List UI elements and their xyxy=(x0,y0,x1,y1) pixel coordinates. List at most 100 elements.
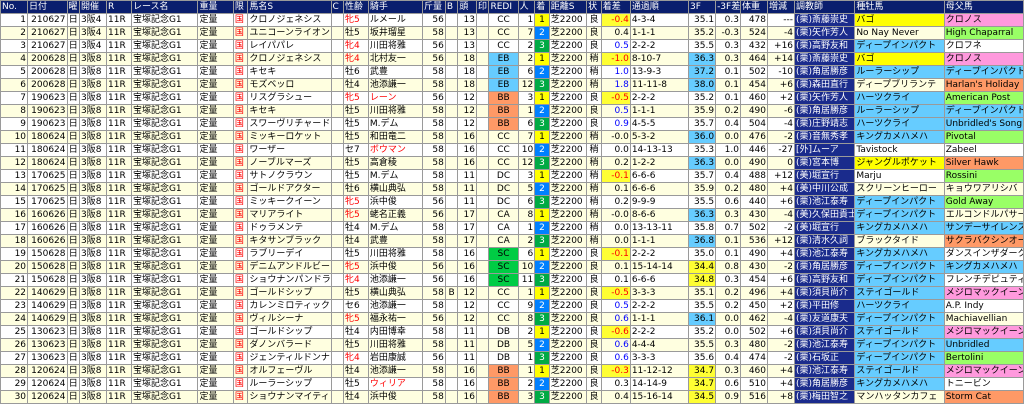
table-row[interactable]: 26 130623 日 3阪8 11R 宝塚記念G1 定量国ダノンバラード 牡5 川田将雅 58 1… xyxy=(0,338,1024,352)
table-cell: 34.7 xyxy=(688,377,717,391)
table-row[interactable]: 30 120624 日 3阪8 11R 宝塚記念G1 定量国ショウナンマイティ 牡4 浜中俊 58… xyxy=(0,390,1024,404)
table-cell: 58 xyxy=(421,156,446,170)
table-cell: 日 xyxy=(66,91,81,105)
table-row[interactable]: 28 120624 日 3阪8 11R 宝塚記念G1 定量国オルフェーヴル 牡4 池添謙一 58 1… xyxy=(0,364,1024,378)
table-row[interactable]: 6 200628 日 3阪8 11R 宝塚記念G1 定量国モズベッロ 牡4 池添謙一 58 18 EB… xyxy=(0,78,1024,92)
column-header[interactable]: 開催 xyxy=(78,0,108,14)
column-header[interactable]: 増減 xyxy=(767,0,796,14)
table-cell: 2 xyxy=(534,104,550,118)
table-row[interactable]: 2 210627 日 3阪4 11R 宝塚記念G1 定量国ユニコーンライオン 牡5 坂井瑠星 58… xyxy=(0,26,1024,40)
column-header[interactable]: 性齢 xyxy=(342,0,369,14)
table-cell: 0.0 xyxy=(600,221,631,235)
table-cell: -1.0 xyxy=(600,52,631,66)
column-header[interactable]: 印 xyxy=(475,0,490,14)
table-row[interactable]: 10 180624 日 3阪8 11R 宝塚記念G1 定量国ミッキーロケット 牡5 和田竜二 58… xyxy=(0,130,1024,144)
table-row[interactable]: 21 150628 日 3阪8 11R 宝塚記念G1 定量国ショウナンパンドラ 牝4 池添謙一 5… xyxy=(0,273,1024,287)
table-cell xyxy=(330,182,345,196)
table-cell: ディープインパクト xyxy=(854,260,945,274)
table-row[interactable]: 27 130623 日 3阪8 11R 宝塚記念G1 定量国ジェンティルドンナ 牝4 岩田康誠 5… xyxy=(0,351,1024,365)
column-header[interactable]: 調教師 xyxy=(794,0,856,14)
table-row[interactable]: 3 210627 日 3阪4 11R 宝塚記念G1 定量国レイパパレ 牝4 川田将雅 56 13 CC… xyxy=(0,39,1024,53)
table-cell: 3阪8 xyxy=(78,299,108,313)
table-cell xyxy=(475,351,490,365)
table-row[interactable]: 18 160626 日 3阪8 11R 宝塚記念G1 定量国キタサンブラック 牡4 武豊 58 17… xyxy=(0,234,1024,248)
table-cell: 11R xyxy=(106,26,132,40)
table-cell: 36.8 xyxy=(688,234,717,248)
table-cell: 58 xyxy=(421,234,446,248)
table-row[interactable]: 25 130623 日 3阪8 11R 宝塚記念G1 定量国ゴールドシップ 牡4 内田博幸 58 1… xyxy=(0,325,1024,339)
table-row[interactable]: 23 140629 日 3阪8 11R 宝塚記念G1 定量国カレンミロティック セ6 池添謙一 5… xyxy=(0,299,1024,313)
column-header[interactable]: 曜 xyxy=(66,0,81,14)
table-cell: 2 xyxy=(534,221,550,235)
column-header[interactable]: B xyxy=(444,0,459,14)
table-row[interactable]: 12 180624 日 3阪8 11R 宝塚記念G1 定量国ノーブルマーズ 牡5 高倉稜 58 16… xyxy=(0,156,1024,170)
table-cell: 2 xyxy=(517,52,536,66)
table-cell: 2-2-2 xyxy=(629,91,690,105)
table-cell xyxy=(444,351,459,365)
table-cell: 160626 xyxy=(27,221,68,235)
table-cell xyxy=(475,104,490,118)
table-cell: キングカメハメハ xyxy=(854,130,945,144)
table-cell xyxy=(444,260,459,274)
column-header[interactable]: 距離S xyxy=(548,0,588,14)
table-cell: 横山典弘 xyxy=(367,182,423,196)
table-row[interactable]: 11 180624 日 3阪8 11R 宝塚記念G1 定量国ワーザー セ7 ボウマン 58 16 CC… xyxy=(0,143,1024,157)
column-header[interactable]: 頭 xyxy=(457,0,477,14)
table-row[interactable]: 5 200628 日 3阪8 11R 宝塚記念G1 定量国キセキ 牡6 武豊 58 18 EB 6 2 芝2… xyxy=(0,65,1024,79)
column-header[interactable]: 状 xyxy=(586,0,602,14)
table-cell: スワーヴリチャード xyxy=(247,117,332,131)
column-header[interactable]: 母父馬 xyxy=(943,0,1024,14)
table-row[interactable]: 24 140629 日 3阪8 11R 宝塚記念G1 定量国ヴィルシーナ 牝5 福永祐一 56 12… xyxy=(0,312,1024,326)
table-cell: +8 xyxy=(767,390,796,404)
table-row[interactable]: 13 170625 日 3阪8 11R 宝塚記念G1 定量国サトノクラウン 牡5 M.デム 58 1… xyxy=(0,169,1024,183)
table-row[interactable]: 19 150628 日 3阪8 11R 宝塚記念G1 定量国ラブリーデイ 牡5 川田将雅 58 16… xyxy=(0,247,1024,261)
column-header[interactable]: 重量 xyxy=(197,0,234,14)
table-row[interactable]: 16 160626 日 3阪8 11R 宝塚記念G1 定量国マリアライト 牝5 蛯名正義 56 17… xyxy=(0,208,1024,222)
table-cell: 芝2200 xyxy=(548,260,588,274)
table-cell: サクラバクシンオー xyxy=(943,234,1024,248)
column-header[interactable]: 人 xyxy=(517,0,536,14)
table-cell xyxy=(330,39,345,53)
column-header[interactable]: 通過順 xyxy=(629,0,690,14)
column-header[interactable]: 斤量 xyxy=(421,0,446,14)
table-cell: 11R xyxy=(106,260,132,274)
table-row[interactable]: 22 140629 日 3阪8 11R 宝塚記念G1 定量国ゴールドシップ 牡5 横山典弘 58 B… xyxy=(0,286,1024,300)
column-header[interactable]: 体重 xyxy=(739,0,769,14)
table-cell: 12 xyxy=(457,286,477,300)
column-header[interactable]: R xyxy=(106,0,132,14)
column-header[interactable]: 種牡馬 xyxy=(854,0,945,14)
table-cell: 3 xyxy=(534,117,550,131)
column-header[interactable]: C xyxy=(330,0,345,14)
table-cell xyxy=(444,299,459,313)
table-cell: 2 xyxy=(534,260,550,274)
column-header[interactable]: -3F差 xyxy=(715,0,741,14)
table-cell: Pivotal xyxy=(943,130,1024,144)
column-header[interactable]: 3F xyxy=(688,0,717,14)
table-row[interactable]: 14 170625 日 3阪8 11R 宝塚記念G1 定量国ゴールドアクター 牡6 横山典弘 58… xyxy=(0,182,1024,196)
table-cell: ハーツクライ xyxy=(854,91,945,105)
table-row[interactable]: 17 160626 日 3阪8 11R 宝塚記念G1 定量国ドゥラメンテ 牡4 M.デム 58 17… xyxy=(0,221,1024,235)
table-row[interactable]: 9 190623 日 3阪8 11R 宝塚記念G1 定量国スワーヴリチャード 牡5 M.デム 58… xyxy=(0,117,1024,131)
column-header[interactable]: 騎手 xyxy=(367,0,423,14)
table-cell: 宝塚記念G1 xyxy=(130,78,199,92)
column-header[interactable]: 馬名S xyxy=(247,0,332,14)
column-header[interactable]: 着 xyxy=(534,0,550,14)
column-header[interactable]: No. xyxy=(0,0,29,14)
column-header[interactable]: REDI xyxy=(488,0,519,14)
table-row[interactable]: 7 190623 日 3阪8 11R 宝塚記念G1 定量国リスグラシュー 牝5 レーン 56 12 B… xyxy=(0,91,1024,105)
column-header[interactable]: 着差 xyxy=(600,0,631,14)
table-cell: 488 xyxy=(739,169,769,183)
table-cell xyxy=(330,390,345,404)
table-cell: 504 xyxy=(739,117,769,131)
table-cell: ステイゴールド xyxy=(854,325,945,339)
table-row[interactable]: 8 190623 日 3阪8 11R 宝塚記念G1 定量国キセキ 牡5 川田将雅 58 12 BB 1 2… xyxy=(0,104,1024,118)
table-row[interactable]: 29 120624 日 3阪8 11R 宝塚記念G1 定量国ルーラーシップ 牡5 ウィリア 58 1… xyxy=(0,377,1024,391)
table-row[interactable]: 4 200628 日 3阪8 11R 宝塚記念G1 定量国クロノジェネシス 牝4 北村友一 56 1… xyxy=(0,52,1024,66)
column-header[interactable]: 限 xyxy=(232,0,249,14)
column-header[interactable]: 日付 xyxy=(27,0,68,14)
table-cell: ディープインパクト xyxy=(854,195,945,209)
table-row[interactable]: 15 170625 日 3阪8 11R 宝塚記念G1 定量国ミッキークイーン 牝5 浜中俊 56 1… xyxy=(0,195,1024,209)
table-row[interactable]: 1 210627 日 3阪4 11R 宝塚記念G1 定量国クロノジェネシス 牝5 ルメール 56 1… xyxy=(0,13,1024,27)
column-header[interactable]: レース名 xyxy=(130,0,199,14)
table-row[interactable]: 20 150628 日 3阪8 11R 宝塚記念G1 定量国デニムアンドルビー 牝5 浜中俊 56… xyxy=(0,260,1024,274)
